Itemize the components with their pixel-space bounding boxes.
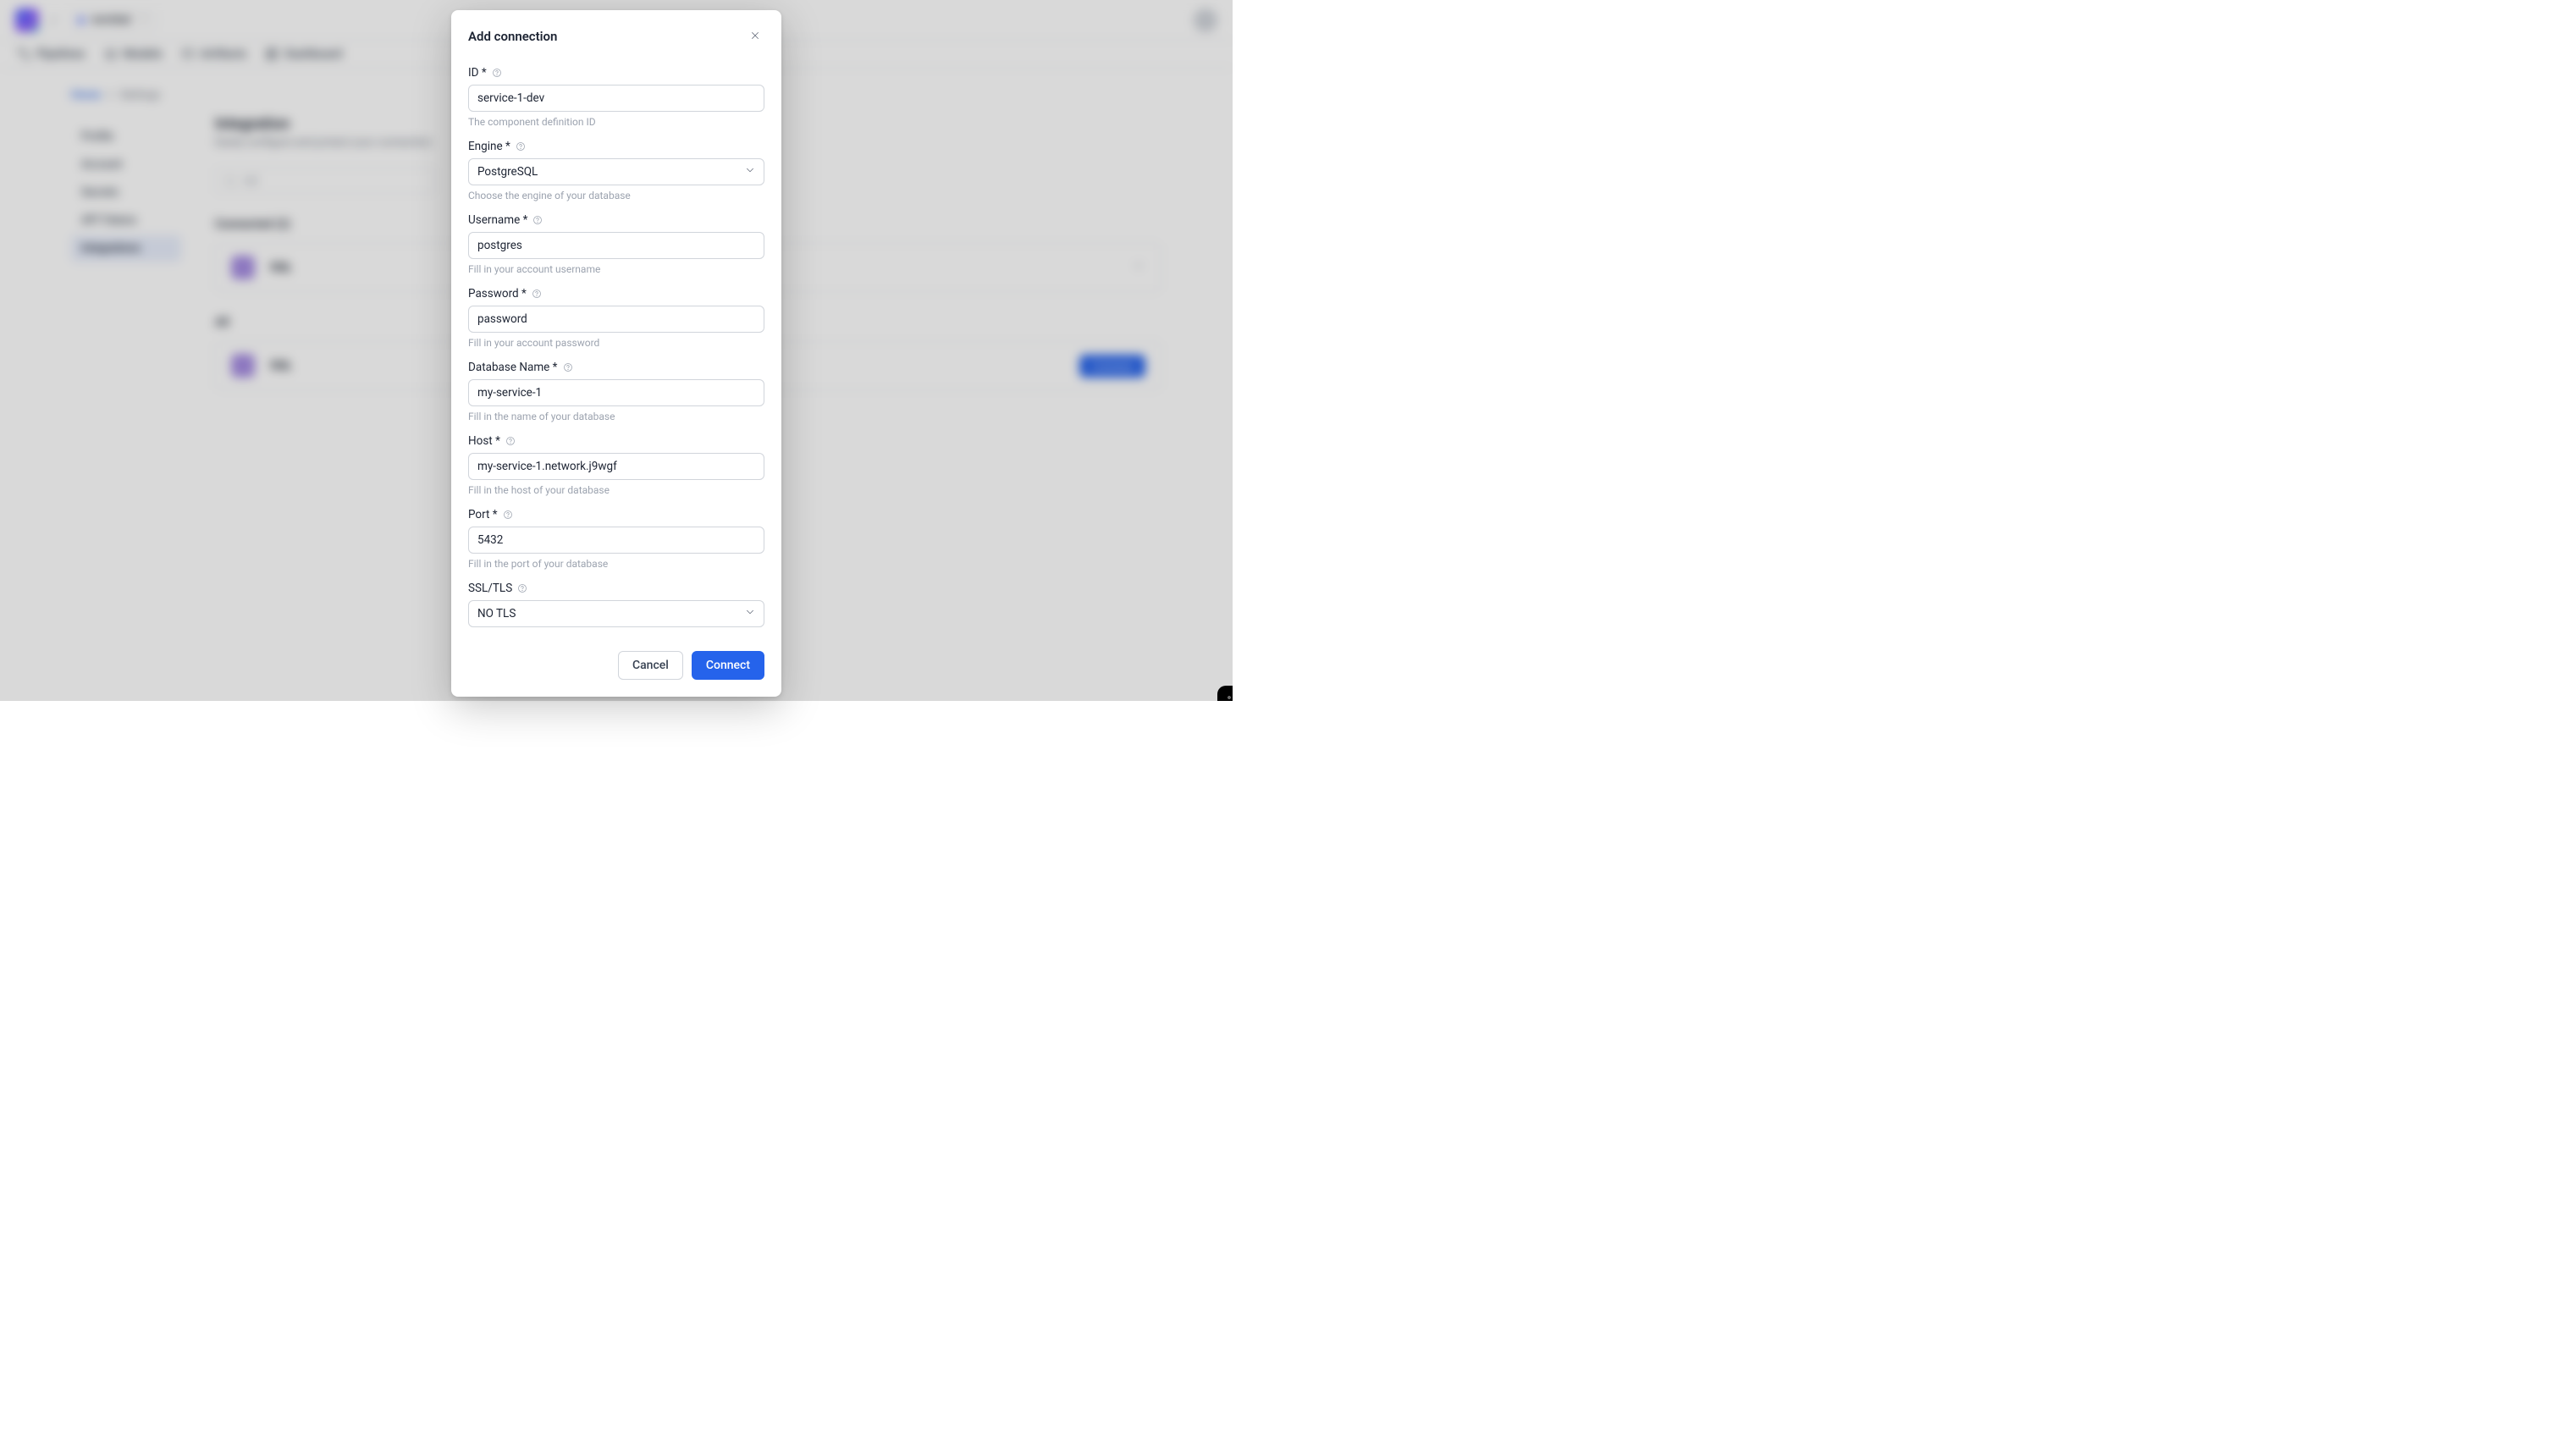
host-label: Host * xyxy=(468,434,764,448)
resize-handle xyxy=(1217,686,1233,701)
id-hint: The component definition ID xyxy=(468,116,764,128)
password-label: Password * xyxy=(468,287,764,301)
close-button[interactable] xyxy=(746,27,764,46)
dbname-input[interactable] xyxy=(468,379,764,406)
help-icon[interactable] xyxy=(503,510,513,520)
help-icon[interactable] xyxy=(516,141,526,152)
help-icon[interactable] xyxy=(517,583,527,593)
port-hint: Fill in the port of your database xyxy=(468,558,764,570)
add-connection-dialog: Add connection ID * The component defini… xyxy=(451,10,781,697)
help-icon[interactable] xyxy=(563,362,573,372)
engine-label: Engine * xyxy=(468,140,764,153)
engine-hint: Choose the engine of your database xyxy=(468,190,764,201)
host-hint: Fill in the host of your database xyxy=(468,484,764,496)
ssl-select[interactable]: NO TLS xyxy=(468,600,764,627)
ssl-label: SSL/TLS xyxy=(468,582,764,595)
dialog-title: Add connection xyxy=(468,29,557,44)
username-hint: Fill in your account username xyxy=(468,263,764,275)
engine-select[interactable]: PostgreSQL xyxy=(468,158,764,185)
help-icon[interactable] xyxy=(505,436,516,446)
cancel-button[interactable]: Cancel xyxy=(618,651,683,680)
port-label: Port * xyxy=(468,508,764,521)
help-icon[interactable] xyxy=(532,289,542,299)
id-label: ID * xyxy=(468,66,764,80)
connect-button[interactable]: Connect xyxy=(692,651,764,680)
username-input[interactable] xyxy=(468,232,764,259)
username-label: Username * xyxy=(468,213,764,227)
host-input[interactable] xyxy=(468,453,764,480)
port-input[interactable] xyxy=(468,527,764,554)
password-hint: Fill in your account password xyxy=(468,337,764,349)
password-input[interactable] xyxy=(468,306,764,333)
dbname-hint: Fill in the name of your database xyxy=(468,411,764,422)
help-icon[interactable] xyxy=(492,68,502,78)
dbname-label: Database Name * xyxy=(468,361,764,374)
close-icon xyxy=(749,30,761,41)
help-icon[interactable] xyxy=(532,215,543,225)
id-input[interactable] xyxy=(468,85,764,112)
